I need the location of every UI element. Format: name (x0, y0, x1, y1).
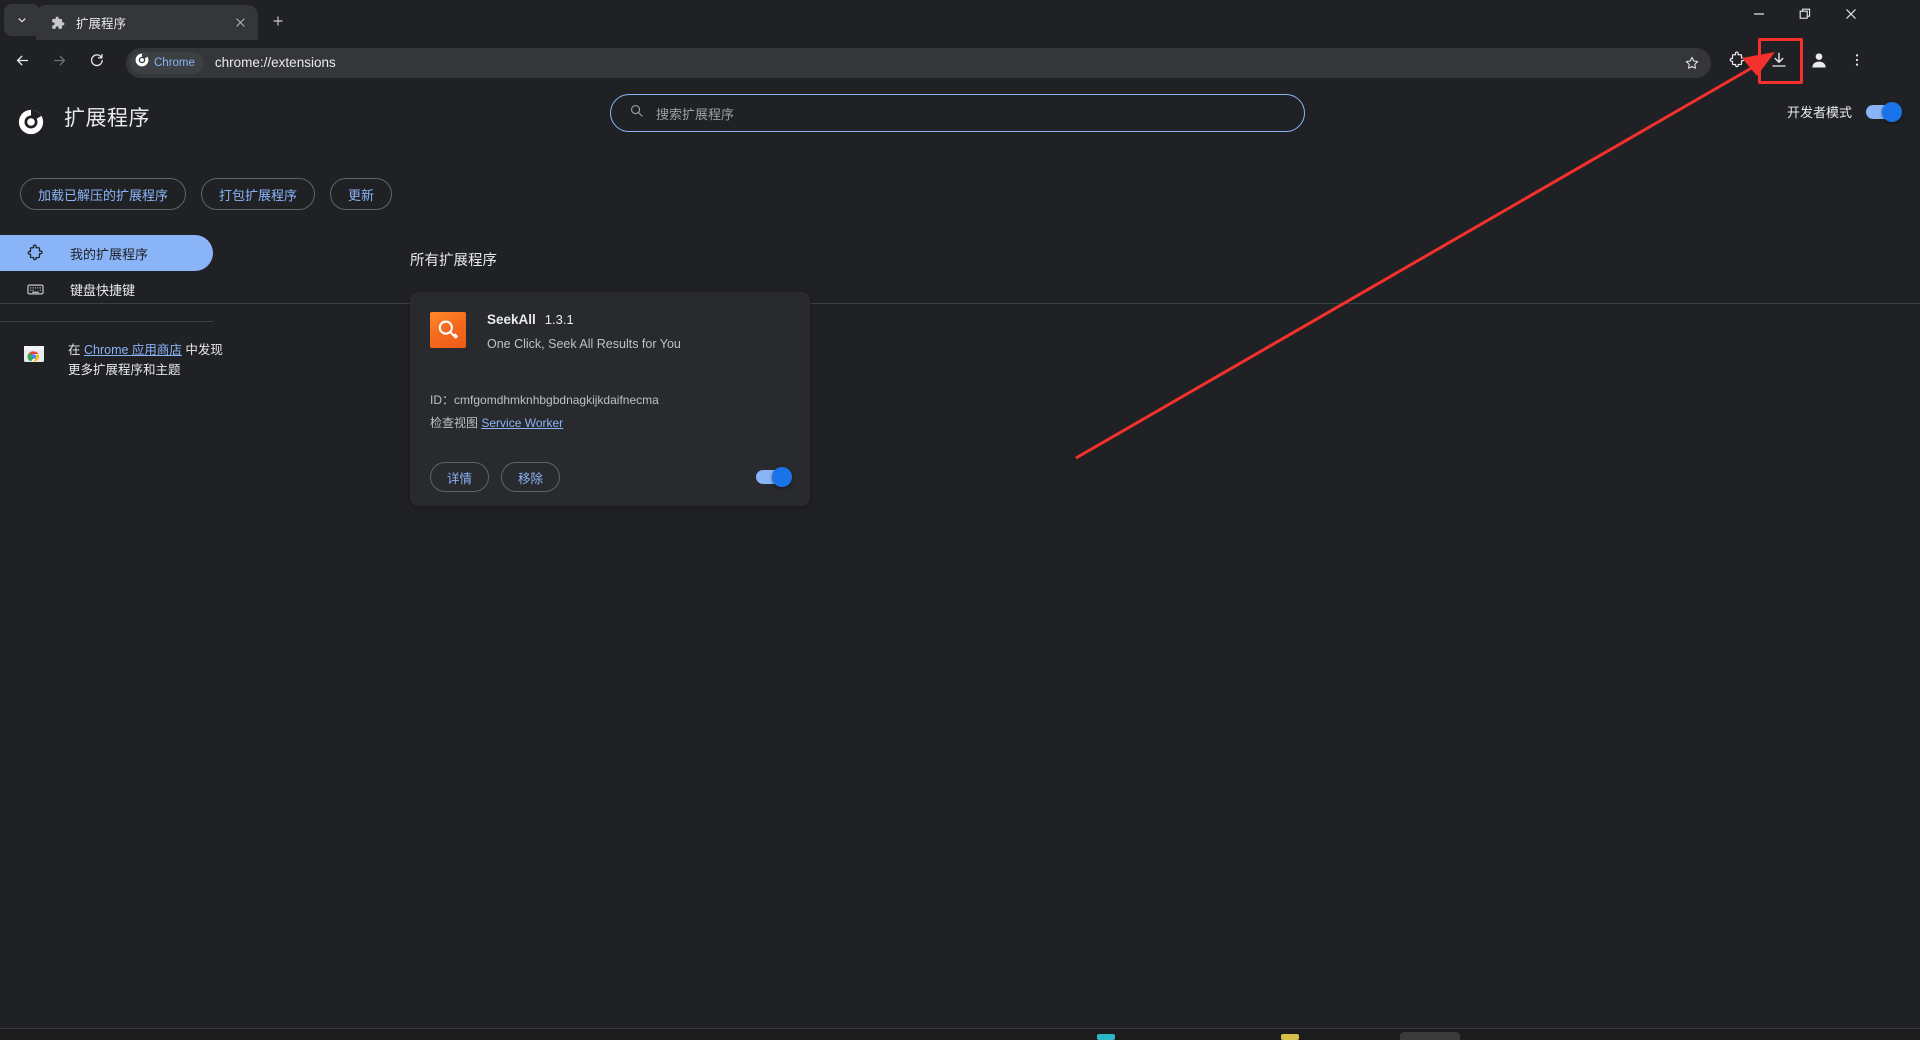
toggle-knob (772, 467, 792, 487)
chrome-logo-icon (18, 109, 44, 135)
tab-title: 扩展程序 (76, 17, 127, 31)
extension-info: SeekAll 1.3.1 One Click, Seek All Result… (487, 312, 681, 351)
browser-window: 扩展程序 Chrome chrome://extensions 扩展程序 搜索扩… (0, 0, 1920, 1040)
new-tab-button[interactable] (264, 9, 292, 37)
extension-metadata: ID：cmfgomdhmknhbgbdnagkijkdaifnecma 检查视图… (430, 391, 790, 431)
os-taskbar (0, 1028, 1920, 1040)
tab-strip: 扩展程序 (0, 0, 1920, 40)
sidebar: 我的扩展程序 键盘快捷键 在 Chrome 应用商店 中发现更多扩展程序和主题 (0, 223, 255, 506)
main-content: 所有扩展程序 SeekAll 1.3.1 One Click, Seek All… (255, 223, 1920, 506)
puzzle-icon (1728, 51, 1746, 74)
search-icon (629, 103, 644, 123)
extension-card: SeekAll 1.3.1 One Click, Seek All Result… (410, 292, 810, 506)
omnibox-chip-label: Chrome (154, 56, 195, 69)
extension-name-row: SeekAll 1.3.1 (487, 312, 681, 327)
profile-button[interactable] (1803, 47, 1835, 79)
keyboard-icon (26, 280, 46, 299)
sidebar-item-keyboard-shortcuts[interactable]: 键盘快捷键 (0, 271, 213, 307)
search-placeholder: 搜索扩展程序 (656, 106, 735, 122)
action-button-bar: 加载已解压的扩展程序 打包扩展程序 更新 (0, 165, 1920, 304)
developer-mode-control: 开发者模式 (1786, 101, 1902, 122)
taskbar-item[interactable] (1097, 1034, 1115, 1040)
extension-version: 1.3.1 (544, 312, 574, 327)
plus-icon (271, 14, 285, 33)
developer-mode-toggle[interactable] (1866, 101, 1902, 122)
extension-description: One Click, Seek All Results for You (487, 337, 681, 351)
window-maximize-button[interactable] (1782, 0, 1828, 32)
extension-card-actions: 详情 移除 (430, 448, 792, 506)
toggle-knob (1882, 101, 1902, 122)
inspect-views-label: 检查视图 (430, 416, 479, 430)
extension-enabled-toggle[interactable] (756, 467, 792, 487)
taskbar-item[interactable] (1400, 1032, 1460, 1040)
window-close-button[interactable] (1828, 0, 1874, 32)
window-minimize-button[interactable] (1736, 0, 1782, 32)
service-worker-link[interactable]: Service Worker (481, 416, 563, 430)
minimize-icon (1753, 7, 1765, 25)
back-button[interactable] (6, 47, 38, 79)
chrome-web-store-icon (22, 342, 46, 366)
extension-header: SeekAll 1.3.1 One Click, Seek All Result… (430, 312, 790, 351)
restore-icon (1799, 7, 1811, 25)
section-title: 所有扩展程序 (410, 253, 497, 269)
downloads-button[interactable] (1763, 47, 1795, 79)
puzzle-icon (50, 15, 66, 31)
search-extensions-field[interactable]: 搜索扩展程序 (610, 94, 1305, 132)
bookmark-star-icon[interactable] (1679, 50, 1705, 76)
extension-id-value: cmfgomdhmknhbgbdnagkijkdaifnecma (454, 393, 659, 407)
webstore-prefix: 在 (68, 343, 84, 357)
tab-search-button[interactable] (4, 4, 40, 36)
three-dot-menu-icon (1849, 52, 1865, 73)
chrome-web-store-text: 在 Chrome 应用商店 中发现更多扩展程序和主题 (68, 340, 228, 380)
sidebar-item-my-extensions[interactable]: 我的扩展程序 (0, 235, 213, 271)
extension-inspect-row: 检查视图 Service Worker (430, 414, 790, 431)
reload-icon (88, 52, 105, 74)
extension-id-row: ID：cmfgomdhmknhbgbdnagkijkdaifnecma (430, 391, 790, 408)
chrome-icon (135, 53, 149, 72)
tab-close-button[interactable] (230, 13, 250, 33)
arrow-forward-icon (51, 52, 68, 74)
address-bar[interactable]: Chrome chrome://extensions (126, 47, 1711, 78)
omnibox-chrome-chip[interactable]: Chrome (130, 51, 204, 74)
extension-remove-button[interactable]: 移除 (501, 462, 561, 492)
taskbar-item[interactable] (1281, 1034, 1299, 1040)
extension-id-label: ID： (430, 393, 455, 407)
chrome-web-store-promo[interactable]: 在 Chrome 应用商店 中发现更多扩展程序和主题 (0, 322, 255, 380)
developer-mode-label: 开发者模式 (1786, 105, 1852, 120)
omnibox-url-text: chrome://extensions (214, 55, 336, 70)
page-body: 我的扩展程序 键盘快捷键 在 Chrome 应用商店 中发现更多扩展程序和主题 … (0, 223, 1920, 506)
browser-toolbar: Chrome chrome://extensions (0, 40, 1920, 85)
extensions-toolbar-button[interactable] (1721, 47, 1753, 79)
toolbar-actions (1715, 47, 1881, 79)
close-icon (1845, 7, 1857, 25)
sidebar-item-label: 键盘快捷键 (70, 282, 136, 298)
extensions-page: 扩展程序 搜索扩展程序 开发者模式 加载已解压的扩展程序 打包扩展程序 更新 我… (0, 85, 1920, 1040)
chrome-web-store-link[interactable]: Chrome 应用商店 (84, 343, 182, 357)
tab-extensions[interactable]: 扩展程序 (36, 5, 258, 40)
arrow-back-icon (14, 52, 31, 74)
forward-button (43, 47, 75, 79)
pack-extension-button[interactable]: 打包扩展程序 (201, 178, 316, 210)
extension-name: SeekAll (487, 312, 536, 327)
avatar-icon (1809, 50, 1829, 75)
seekall-magnifier-icon (430, 312, 466, 348)
update-button[interactable]: 更新 (330, 178, 393, 210)
chrome-menu-button[interactable] (1841, 47, 1873, 79)
chevron-down-icon (15, 13, 29, 27)
puzzle-icon (26, 244, 46, 262)
extension-details-button[interactable]: 详情 (430, 462, 490, 492)
load-unpacked-button[interactable]: 加载已解压的扩展程序 (20, 178, 187, 210)
page-header: 扩展程序 搜索扩展程序 开发者模式 (0, 85, 1920, 165)
download-icon (1770, 51, 1788, 74)
reload-button[interactable] (80, 47, 112, 79)
page-title: 扩展程序 (64, 107, 150, 130)
sidebar-item-label: 我的扩展程序 (70, 246, 149, 262)
